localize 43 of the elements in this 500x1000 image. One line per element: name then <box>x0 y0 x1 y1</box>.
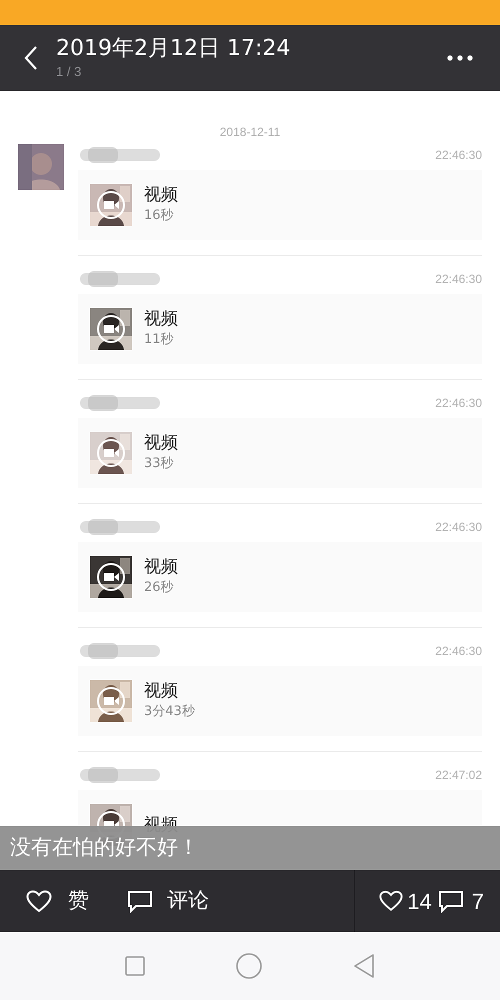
recent-apps-icon[interactable] <box>125 956 146 976</box>
video-title: 视频 <box>144 680 179 702</box>
video-card[interactable]: 视频 33秒 <box>78 418 482 488</box>
video-duration: 3分43秒 <box>144 703 195 721</box>
video-card[interactable]: 视频 16秒 <box>78 170 482 240</box>
heart-icon <box>26 890 52 912</box>
video-duration: 11秒 <box>144 331 175 349</box>
photo-date-title: 2019年2月12日 17:24 <box>56 35 290 63</box>
video-duration: 16秒 <box>144 207 175 225</box>
photo-counter: 1 / 3 <box>56 63 82 81</box>
comment-icon <box>438 890 464 912</box>
video-duration: 33秒 <box>144 455 175 473</box>
video-title: 视频 <box>144 556 178 578</box>
message-time: 22:46:30 <box>435 643 482 660</box>
chat-date: 2018-12-11 <box>220 124 280 140</box>
play-video-icon <box>96 190 126 220</box>
message-time: 22:47:02 <box>435 767 482 784</box>
like-count: 14 <box>407 888 432 916</box>
message-time: 22:46:30 <box>435 395 482 412</box>
like-button[interactable]: 赞 <box>26 885 89 917</box>
video-card[interactable]: 视频 11秒 <box>78 294 482 364</box>
video-duration: 26秒 <box>144 579 175 597</box>
comment-icon <box>127 890 153 912</box>
heart-icon <box>379 890 404 912</box>
message-time: 22:46:30 <box>435 519 482 536</box>
comment-button[interactable]: 评论 <box>127 885 209 917</box>
video-title: 视频 <box>144 184 178 206</box>
more-icon <box>447 55 473 61</box>
video-card[interactable]: 视频 3分43秒 <box>78 666 482 736</box>
message-time: 22:46:30 <box>435 271 482 288</box>
video-title: 视频 <box>144 432 178 454</box>
play-video-icon <box>96 562 126 592</box>
back-icon[interactable] <box>352 954 375 978</box>
video-title: 视频 <box>144 308 178 330</box>
caption-overlay: 没有在怕的好不好！ <box>0 826 500 870</box>
play-video-icon <box>96 314 126 344</box>
comment-count: 7 <box>472 888 484 916</box>
home-icon[interactable] <box>236 953 262 979</box>
back-icon <box>24 45 38 71</box>
message-time: 22:46:30 <box>435 147 482 164</box>
play-video-icon <box>96 686 126 716</box>
video-card[interactable]: 视频 26秒 <box>78 542 482 612</box>
play-video-icon <box>96 438 126 468</box>
